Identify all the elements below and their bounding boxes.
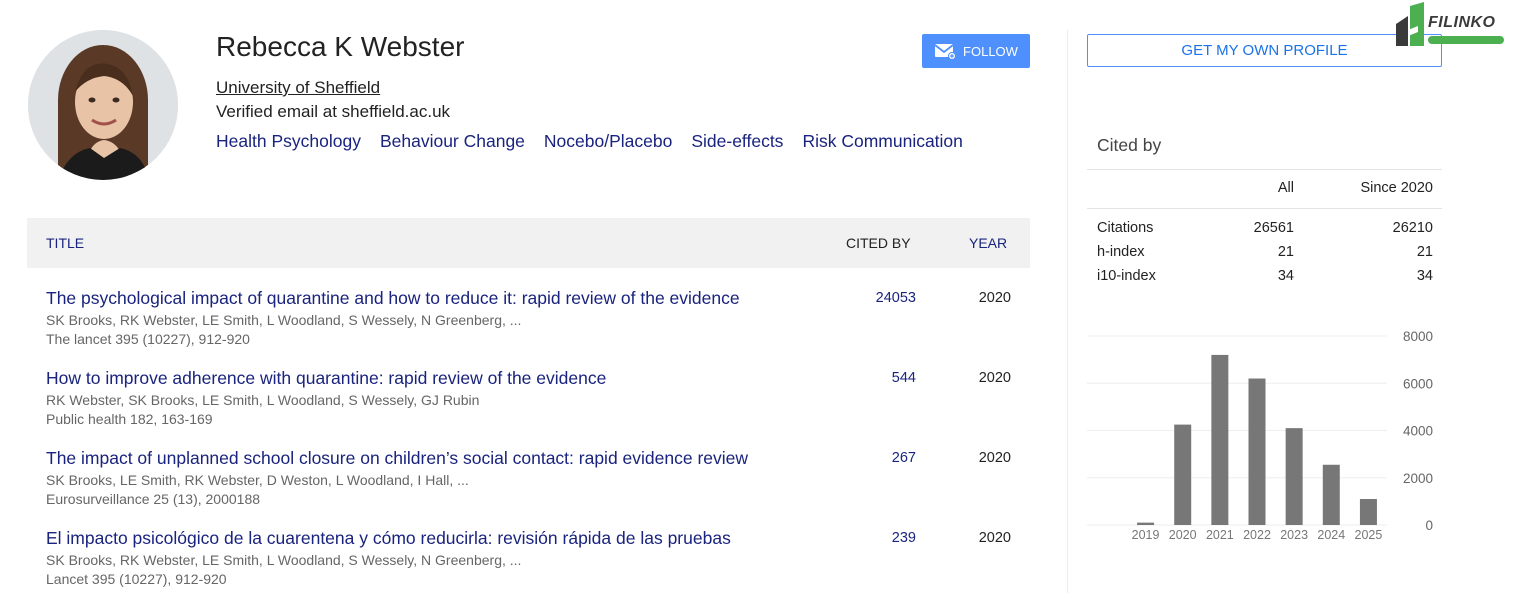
article-venue: Lancet 395 (10227), 912-920 [46, 571, 227, 587]
chart-bar [1285, 428, 1303, 525]
table-header: TITLE CITED BY YEAR [27, 218, 1030, 268]
article-year: 2020 [978, 450, 1011, 466]
cited-by-link[interactable]: 239 [892, 530, 916, 546]
follow-label: FOLLOW [963, 43, 1018, 59]
building-logo-icon [1396, 2, 1424, 46]
citations-per-year-chart: 0 2000 4000 6000 8000 2019 2020 2021 2022 2023 202… [1087, 329, 1433, 542]
x-tick-label: 2024 [1317, 528, 1345, 542]
interest-link[interactable]: Health Psychology [216, 131, 361, 152]
follow-button[interactable]: FOLLOW [922, 34, 1030, 68]
sort-by-year[interactable]: YEAR [969, 235, 1007, 251]
table-row: The impact of unplanned school closure o… [46, 448, 1016, 518]
stats-column-since: Since 2020 [1360, 180, 1433, 196]
chart-bar [1211, 354, 1229, 525]
article-year: 2020 [978, 370, 1011, 386]
stat-all: 34 [1277, 268, 1294, 284]
divider [1087, 208, 1442, 209]
column-divider [1067, 30, 1068, 593]
chart-bar [1248, 378, 1266, 525]
y-tick-label: 8000 [1403, 329, 1433, 344]
chart-bar [1322, 464, 1340, 525]
stat-all: 21 [1277, 244, 1294, 260]
stat-since: 26210 [1392, 220, 1433, 236]
x-tick-label: 2023 [1280, 528, 1308, 542]
filinko-logo: FILINKO [1394, 2, 1514, 50]
x-tick-label: 2020 [1169, 528, 1197, 542]
stats-column-all: All [1277, 180, 1294, 196]
chart-bar [1174, 424, 1192, 525]
article-year: 2020 [978, 290, 1011, 306]
x-tick-label: 2021 [1206, 528, 1234, 542]
logo-tagline-bar [1428, 36, 1504, 44]
y-tick-label: 2000 [1403, 471, 1433, 486]
article-title-link[interactable]: The impact of unplanned school closure o… [46, 448, 748, 469]
sort-by-citations[interactable]: CITED BY [846, 235, 911, 251]
article-title-link[interactable]: How to improve adherence with quarantine… [46, 368, 606, 389]
affiliation-link[interactable]: University of Sheffield [216, 78, 380, 98]
stat-label: h-index [1097, 244, 1145, 260]
divider [1087, 169, 1442, 170]
research-interests: Health Psychology Behaviour Change Noceb… [216, 131, 963, 152]
article-authors: SK Brooks, RK Webster, LE Smith, L Woodl… [46, 312, 522, 328]
x-tick-label: 2019 [1132, 528, 1160, 542]
x-tick-label: 2022 [1243, 528, 1271, 542]
article-venue: Eurosurveillance 25 (13), 2000188 [46, 491, 261, 507]
stat-row-i10-index: i10-index 34 34 [1097, 268, 1433, 290]
cited-by-heading: Cited by [1097, 135, 1162, 155]
chart-bar [1137, 522, 1155, 525]
stat-label: i10-index [1097, 268, 1156, 284]
table-row: How to improve adherence with quarantine… [46, 368, 1016, 438]
stat-row-h-index: h-index 21 21 [1097, 244, 1433, 266]
y-tick-label: 4000 [1403, 424, 1433, 439]
stat-label: Citations [1097, 220, 1154, 236]
article-venue: Public health 182, 163-169 [46, 411, 213, 427]
article-authors: SK Brooks, LE Smith, RK Webster, D Westo… [46, 472, 469, 488]
cited-by-link[interactable]: 267 [892, 450, 916, 466]
stat-all: 26561 [1253, 220, 1294, 236]
interest-link[interactable]: Risk Communication [802, 131, 962, 152]
chart-bar [1359, 499, 1377, 525]
stat-row-citations: Citations 26561 26210 [1097, 220, 1433, 242]
stat-since: 21 [1416, 244, 1433, 260]
x-tick-label: 2025 [1355, 528, 1383, 542]
cited-by-link[interactable]: 24053 [876, 290, 916, 306]
stat-since: 34 [1416, 268, 1433, 284]
interest-link[interactable]: Nocebo/Placebo [544, 131, 672, 152]
y-tick-label: 6000 [1403, 376, 1433, 391]
article-title-link[interactable]: El impacto psicológico de la cuarentena … [46, 528, 731, 549]
interest-link[interactable]: Behaviour Change [380, 131, 525, 152]
article-venue: The lancet 395 (10227), 912-920 [46, 331, 250, 347]
logo-text: FILINKO [1428, 14, 1496, 31]
article-year: 2020 [978, 530, 1011, 546]
article-authors: SK Brooks, RK Webster, LE Smith, L Woodl… [46, 552, 522, 568]
sort-by-title[interactable]: TITLE [46, 235, 84, 251]
article-title-link[interactable]: The psychological impact of quarantine a… [46, 288, 740, 309]
get-my-own-profile-button[interactable]: GET MY OWN PROFILE [1087, 34, 1442, 67]
verified-email: Verified email at sheffield.ac.uk [216, 102, 451, 121]
profile-photo [28, 30, 178, 180]
y-tick-label: 0 [1425, 518, 1433, 533]
mail-icon [934, 44, 957, 60]
table-row: The psychological impact of quarantine a… [46, 288, 1016, 358]
interest-link[interactable]: Side-effects [691, 131, 783, 152]
table-row: El impacto psicológico de la cuarentena … [46, 528, 1016, 593]
article-authors: RK Webster, SK Brooks, LE Smith, L Woodl… [46, 392, 480, 408]
profile-name: Rebecca K Webster [216, 31, 465, 62]
cited-by-link[interactable]: 544 [892, 370, 916, 386]
